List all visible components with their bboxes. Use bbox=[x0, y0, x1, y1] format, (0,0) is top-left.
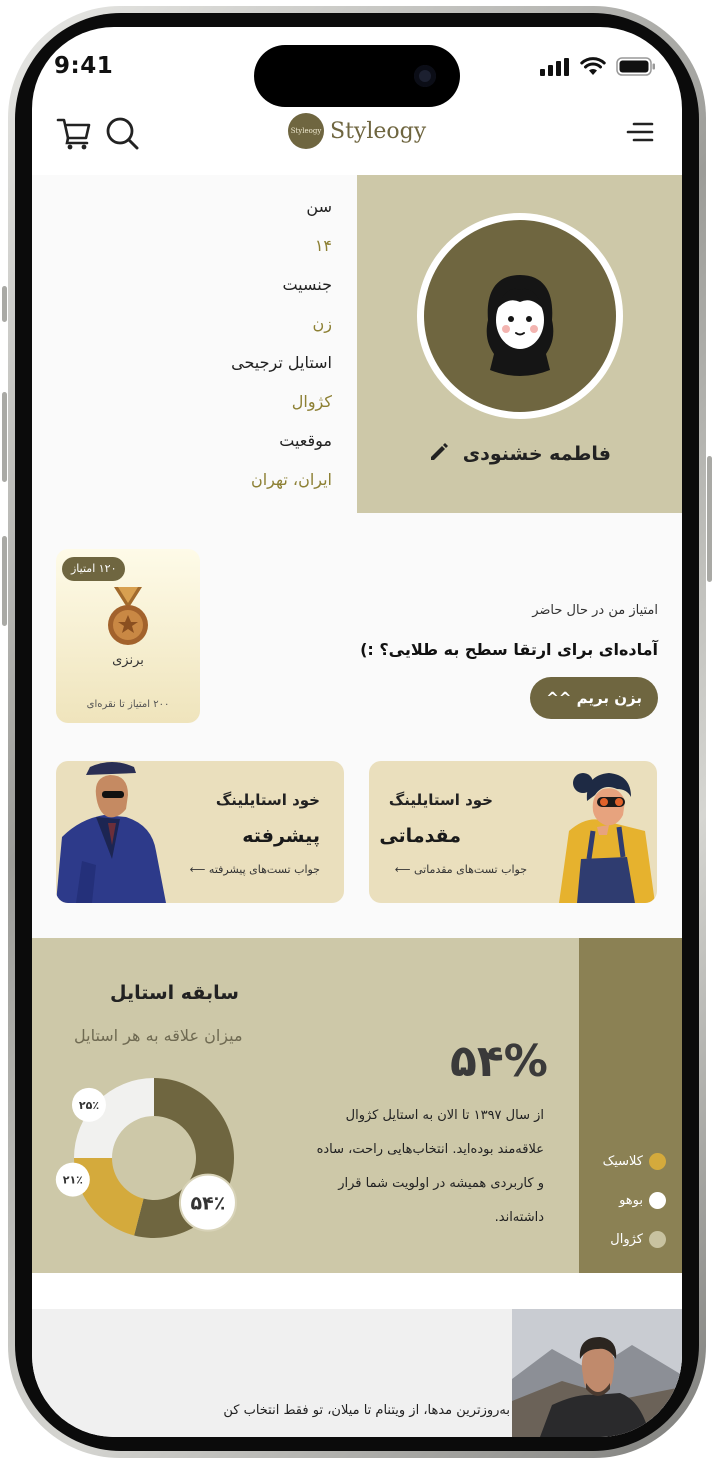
brand-name: Styleogy bbox=[330, 118, 427, 144]
avatar[interactable] bbox=[417, 213, 623, 419]
legend-label: کژوال bbox=[610, 1232, 643, 1247]
chart-legend: کلاسیک بوهو کژوال bbox=[579, 938, 682, 1273]
upgrade-button[interactable]: بزن بریم ^^ bbox=[530, 677, 658, 719]
profile-info: سن ۱۴ جنسیت زن استایل ترجیحی کژوال موقعی… bbox=[231, 187, 332, 499]
search-icon[interactable] bbox=[104, 115, 140, 151]
card-beginner-link-text: جواب تست‌های مقدماتی bbox=[413, 863, 527, 876]
test-cards: خود استایلینگ مقدماتی جواب تست‌های مقدما… bbox=[32, 738, 682, 938]
donut-label: ۲۵٪ bbox=[71, 1087, 106, 1122]
promo-banner[interactable]: به‌روزترین مدها، از ویتنام تا میلان، تو … bbox=[32, 1309, 682, 1437]
badge-points: ۱۲۰ امتیاز bbox=[62, 557, 126, 581]
menu-icon[interactable] bbox=[626, 121, 654, 143]
camera-icon bbox=[414, 65, 436, 87]
card-beginner[interactable]: خود استایلینگ مقدماتی جواب تست‌های مقدما… bbox=[369, 761, 657, 903]
legend-swatch bbox=[649, 1231, 666, 1248]
dynamic-island bbox=[254, 45, 460, 107]
status-bar: 9:41 bbox=[32, 27, 682, 113]
legend-swatch bbox=[649, 1192, 666, 1209]
profile-name-row: فاطمه خشنودی bbox=[357, 441, 682, 465]
donut-label-text: ۲۵٪ bbox=[79, 1099, 99, 1112]
legend-item: کژوال bbox=[610, 1231, 666, 1248]
battery-icon bbox=[616, 57, 655, 76]
brand-logo[interactable]: Styleogy Styleogy bbox=[288, 113, 426, 149]
man-illustration-icon bbox=[56, 762, 166, 903]
status-time: 9:41 bbox=[54, 53, 114, 79]
history-title: سابقه استایل bbox=[110, 982, 239, 1004]
card-beginner-title: خود استایلینگ bbox=[388, 791, 493, 809]
volume-down-button bbox=[2, 536, 7, 626]
card-advanced[interactable]: خود استایلینگ پیشرفته جواب تست‌های پیشرف… bbox=[56, 761, 344, 903]
legend-label: کلاسیک bbox=[602, 1154, 643, 1169]
style-donut-chart: ۵۴٪ ۲۱٪ ۲۵٪ bbox=[55, 1078, 237, 1238]
promo-photo bbox=[512, 1309, 682, 1437]
badge-level: برنزی bbox=[112, 653, 144, 668]
card-beginner-link[interactable]: جواب تست‌های مقدماتی ⟵ bbox=[395, 863, 527, 876]
age-value: ۱۴ bbox=[314, 236, 332, 255]
arrow-left-icon: ⟵ bbox=[394, 863, 411, 876]
history-description: از سال ۱۳۹۷ تا الان به استایل کژوال علاق… bbox=[316, 1108, 544, 1225]
status-icons bbox=[540, 57, 656, 76]
card-advanced-link[interactable]: جواب تست‌های پیشرفته ⟵ bbox=[190, 863, 320, 876]
gender-label: جنسیت bbox=[282, 275, 332, 294]
screen: 9:41 Styleogy Styleogy فاطمه خشنودی سن ۱… bbox=[32, 27, 682, 1437]
gender-value: زن bbox=[312, 314, 332, 333]
location-value: ایران، تهران bbox=[250, 470, 332, 489]
donut-label: ۵۴٪ bbox=[178, 1173, 237, 1232]
man-portrait-icon bbox=[512, 1309, 682, 1437]
woman-illustration-icon bbox=[559, 773, 655, 903]
girl-avatar-icon bbox=[486, 275, 554, 376]
donut-label: ۲۱٪ bbox=[55, 1162, 90, 1197]
level-badge[interactable]: ۱۲۰ امتیاز برنزی ۲۰۰ امتیاز تا نقره‌ای bbox=[56, 549, 200, 723]
score-caption: امتیاز من در حال حاضر bbox=[532, 603, 658, 618]
legend-item: کلاسیک bbox=[603, 1153, 666, 1170]
card-advanced-level: پیشرفته bbox=[242, 825, 320, 847]
cart-icon[interactable] bbox=[56, 116, 92, 150]
donut-label-text: ۲۱٪ bbox=[63, 1174, 83, 1187]
arrow-left-icon: ⟵ bbox=[189, 863, 206, 876]
power-button bbox=[707, 456, 712, 582]
badge-next-level: ۲۰۰ امتیاز تا نقره‌ای bbox=[86, 699, 170, 710]
legend-swatch bbox=[649, 1153, 666, 1170]
card-advanced-link-text: جواب تست‌های پیشرفته bbox=[208, 863, 320, 876]
action-button bbox=[2, 286, 7, 322]
wifi-icon bbox=[580, 57, 606, 75]
location-label: موقعیت bbox=[279, 431, 332, 450]
score-headline: آماده‌ای برای ارتقا سطح به طلایی؟ :) bbox=[360, 640, 658, 659]
logo-mark: Styleogy bbox=[288, 113, 324, 149]
style-value: کژوال bbox=[291, 392, 332, 411]
app-header: Styleogy Styleogy bbox=[32, 113, 682, 175]
legend-item: بوهو bbox=[619, 1192, 666, 1209]
legend-label: بوهو bbox=[619, 1193, 643, 1208]
card-beginner-level: مقدماتی bbox=[379, 825, 461, 847]
volume-up-button bbox=[2, 392, 7, 482]
style-label: استایل ترجیحی bbox=[231, 353, 332, 372]
profile-section: فاطمه خشنودی سن ۱۴ جنسیت زن استایل ترجیح… bbox=[32, 175, 682, 513]
signal-icon bbox=[540, 57, 569, 76]
age-label: سن bbox=[306, 197, 332, 216]
promo-text: به‌روزترین مدها، از ویتنام تا میلان، تو … bbox=[223, 1403, 510, 1418]
card-advanced-title: خود استایلینگ bbox=[215, 791, 320, 809]
profile-card: فاطمه خشنودی bbox=[357, 175, 682, 513]
history-percent: ۵۴% bbox=[450, 1036, 548, 1087]
style-history-section: کلاسیک بوهو کژوال سابقه استایل میزان علا… bbox=[32, 938, 682, 1273]
profile-name: فاطمه خشنودی bbox=[462, 443, 611, 465]
bronze-medal-icon bbox=[108, 587, 148, 645]
score-section: ۱۲۰ امتیاز برنزی ۲۰۰ امتیاز تا نقره‌ای ا… bbox=[32, 513, 682, 738]
donut-label-text: ۵۴٪ bbox=[191, 1193, 226, 1215]
edit-icon[interactable] bbox=[428, 441, 450, 463]
